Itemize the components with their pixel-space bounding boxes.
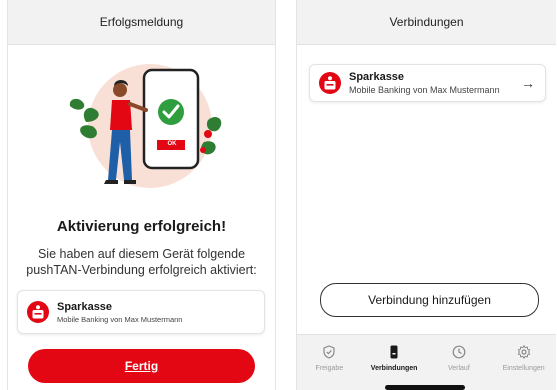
tab-einstellungen[interactable]: Einstellungen <box>491 335 556 390</box>
tab-verlauf[interactable]: Verlauf <box>427 335 492 390</box>
top-bar: Verbindungen <box>297 0 556 45</box>
tab-label: Einstellungen <box>502 365 545 372</box>
phone-icon <box>390 345 398 359</box>
connection-card: Sparkasse Mobile Banking von Max Musterm… <box>17 290 265 334</box>
connections-screen: Verbindungen Sparkasse Mobile Banking vo… <box>296 0 556 390</box>
card-title: Sparkasse <box>349 71 405 83</box>
sparkasse-logo-icon <box>27 301 49 323</box>
tab-label: Freigabe <box>315 365 344 372</box>
ok-label: OK <box>167 141 177 147</box>
screen-title: Verbindungen <box>389 15 464 29</box>
connection-item[interactable]: Sparkasse Mobile Banking von Max Musterm… <box>309 64 546 102</box>
sparkasse-logo-icon <box>319 72 341 94</box>
tab-bar: Freigabe Verbindungen Verlauf Einstellun… <box>297 334 556 390</box>
card-subtitle: Mobile Banking von Max Mustermann <box>57 314 183 324</box>
tab-label: Verbindungen <box>370 365 418 372</box>
success-message: Sie haben auf diesem Gerät folgende push… <box>26 247 257 277</box>
done-button[interactable]: Fertig <box>28 349 255 383</box>
card-title: Sparkasse <box>57 300 113 313</box>
gear-icon <box>517 345 530 359</box>
tab-label: Verlauf <box>447 365 470 372</box>
tab-verbindungen[interactable]: Verbindungen <box>362 335 427 390</box>
add-connection-button[interactable]: Verbindung hinzufügen <box>320 283 539 317</box>
clock-icon <box>452 345 466 359</box>
success-heading: Aktivierung erfolgreich! <box>56 218 227 235</box>
success-illustration <box>69 64 222 188</box>
top-bar: Erfolgsmeldung <box>8 0 275 45</box>
screen-title: Erfolgsmeldung <box>99 15 184 29</box>
arrow-right-icon: → <box>521 75 535 91</box>
home-indicator <box>385 385 465 390</box>
success-screen: Erfolgsmeldung OK Aktivierung erfolgreic… <box>7 0 276 390</box>
card-subtitle: Mobile Banking von Max Mustermann <box>349 85 500 95</box>
shield-check-icon <box>323 345 335 359</box>
tab-freigabe[interactable]: Freigabe <box>297 335 362 390</box>
